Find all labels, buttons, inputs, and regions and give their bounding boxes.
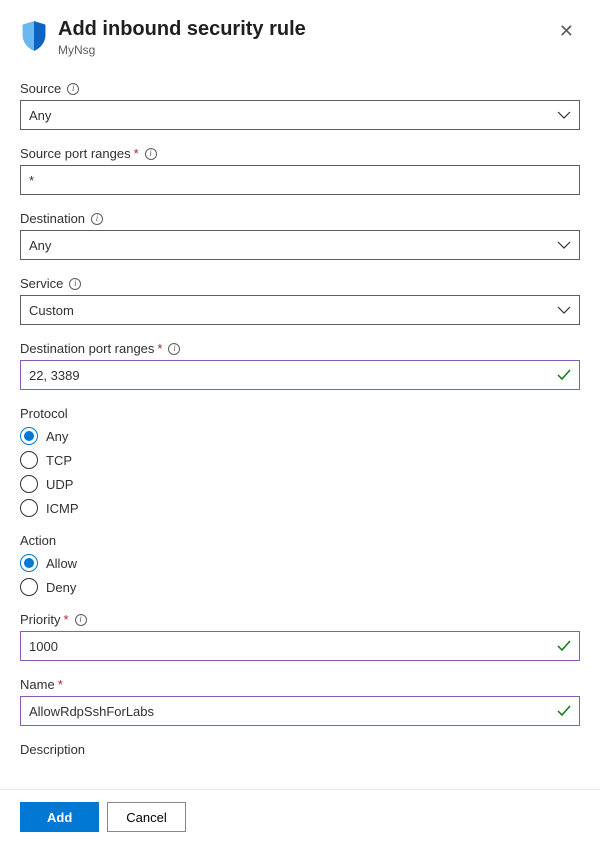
label-destination: Destination (20, 211, 85, 226)
service-select-value: Custom (29, 303, 74, 318)
radio-circle-icon (20, 499, 38, 517)
info-icon[interactable]: i (69, 278, 81, 290)
action-radio-group: Allow Deny (20, 554, 580, 596)
label-service: Service (20, 276, 63, 291)
radio-label: Any (46, 429, 68, 444)
radio-circle-icon (20, 554, 38, 572)
radio-circle-icon (20, 427, 38, 445)
check-icon (557, 640, 571, 652)
radio-option[interactable]: ICMP (20, 499, 580, 517)
destination-select-value: Any (29, 238, 51, 253)
label-source: Source (20, 81, 61, 96)
info-icon[interactable]: i (67, 83, 79, 95)
name-input-wrapper (20, 696, 580, 726)
radio-circle-icon (20, 475, 38, 493)
radio-option[interactable]: Deny (20, 578, 580, 596)
check-icon (557, 369, 571, 381)
priority-input-wrapper (20, 631, 580, 661)
info-icon[interactable]: i (145, 148, 157, 160)
info-icon[interactable]: i (75, 614, 87, 626)
label-priority: Priority (20, 612, 60, 627)
radio-label: TCP (46, 453, 72, 468)
required-marker: * (63, 612, 68, 627)
radio-circle-icon (20, 451, 38, 469)
cancel-button[interactable]: Cancel (107, 802, 185, 832)
label-description: Description (20, 742, 85, 757)
required-marker: * (157, 341, 162, 356)
page-subtitle: MyNsg (58, 43, 553, 57)
radio-circle-icon (20, 578, 38, 596)
source-port-ranges-input[interactable] (29, 173, 571, 188)
label-dest-port-ranges: Destination port ranges (20, 341, 154, 356)
chevron-down-icon (557, 240, 571, 250)
footer-bar: Add Cancel (0, 789, 600, 846)
radio-label: Deny (46, 580, 76, 595)
panel-header: Add inbound security rule MyNsg ✕ (0, 0, 600, 57)
label-name: Name (20, 677, 55, 692)
label-protocol: Protocol (20, 406, 68, 421)
form-body: Source i Any Source port ranges * i Dest… (0, 57, 600, 789)
info-icon[interactable]: i (168, 343, 180, 355)
radio-option[interactable]: Allow (20, 554, 580, 572)
source-select-value: Any (29, 108, 51, 123)
page-title: Add inbound security rule (58, 18, 553, 41)
required-marker: * (134, 146, 139, 161)
priority-input[interactable] (29, 639, 571, 654)
name-input[interactable] (29, 704, 571, 719)
radio-label: UDP (46, 477, 73, 492)
source-select[interactable]: Any (20, 100, 580, 130)
dest-port-ranges-input-wrapper (20, 360, 580, 390)
source-port-ranges-input-wrapper (20, 165, 580, 195)
close-icon[interactable]: ✕ (553, 18, 580, 44)
label-action: Action (20, 533, 56, 548)
add-button[interactable]: Add (20, 802, 99, 832)
radio-option[interactable]: UDP (20, 475, 580, 493)
required-marker: * (58, 677, 63, 692)
radio-option[interactable]: Any (20, 427, 580, 445)
radio-label: Allow (46, 556, 77, 571)
chevron-down-icon (557, 110, 571, 120)
shield-icon (20, 20, 48, 52)
protocol-radio-group: Any TCP UDP ICMP (20, 427, 580, 517)
chevron-down-icon (557, 305, 571, 315)
label-source-port-ranges: Source port ranges (20, 146, 131, 161)
check-icon (557, 705, 571, 717)
service-select[interactable]: Custom (20, 295, 580, 325)
destination-select[interactable]: Any (20, 230, 580, 260)
info-icon[interactable]: i (91, 213, 103, 225)
dest-port-ranges-input[interactable] (29, 368, 571, 383)
radio-option[interactable]: TCP (20, 451, 580, 469)
radio-label: ICMP (46, 501, 79, 516)
